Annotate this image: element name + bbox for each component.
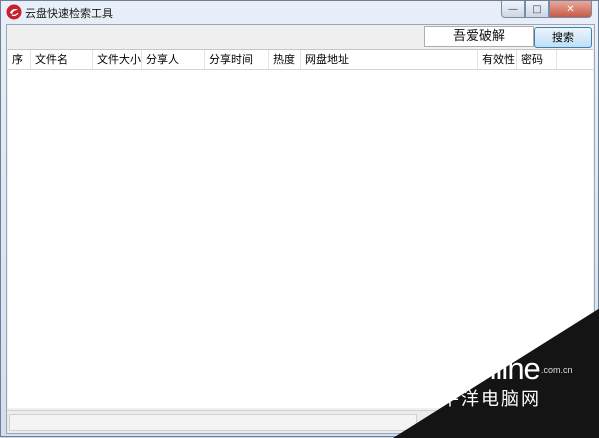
watermark-domain: .com.cn: [541, 365, 573, 375]
watermark-pixel-icon: [484, 323, 518, 345]
app-window: 云盘快速检索工具 — □ ✕ 吾爱破解 搜索 序 文件名 文件大小 分享人 分享…: [0, 0, 599, 438]
watermark-logo: PConline: [422, 351, 541, 386]
watermark-site-name: 太平洋电脑网: [421, 389, 541, 410]
